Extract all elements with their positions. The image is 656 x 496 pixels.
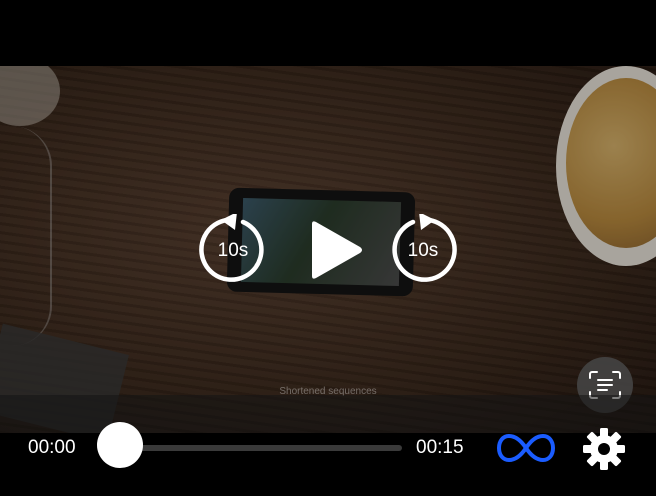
gear-icon [583,428,625,470]
current-time: 00:00 [28,437,76,458]
control-bar: 00:00 00:15 [0,395,656,496]
settings-button[interactable] [582,427,626,471]
video-player: Shortened sequences 10s 10s 00:00 00:15 [0,0,656,496]
control-bar-fade [0,395,656,433]
infinity-loop-icon [496,433,556,463]
play-button[interactable] [302,218,366,282]
skip-forward-button[interactable]: 10s [387,212,459,286]
seek-thumb[interactable] [97,422,143,468]
skip-back-label: 10s [217,240,249,261]
duration-time: 00:15 [416,437,464,458]
skip-back-button[interactable]: 10s [197,212,269,286]
play-icon [312,221,362,279]
center-controls: 10s 10s [0,212,656,286]
seek-bar[interactable] [120,445,402,451]
skip-forward-label: 10s [407,240,439,261]
loop-button[interactable] [496,431,556,465]
